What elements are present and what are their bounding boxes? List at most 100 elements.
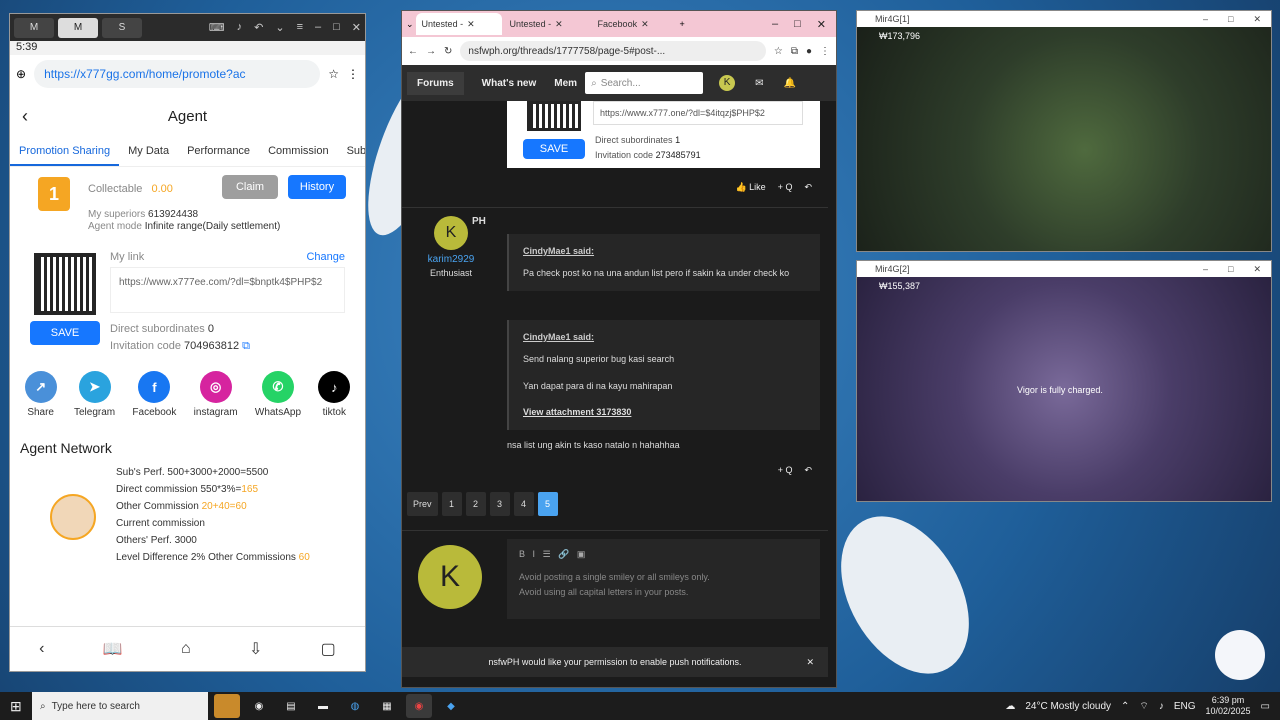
save-button[interactable]: SAVE — [30, 321, 100, 345]
home-icon[interactable]: ⌂ — [181, 640, 191, 658]
tab-subordinates[interactable]: Subo — [338, 139, 365, 166]
username[interactable]: karim2929 — [402, 254, 500, 265]
quote-button[interactable]: + Q — [778, 182, 793, 193]
notepad-icon[interactable]: ▦ — [374, 694, 400, 718]
nav-members[interactable]: Mem — [554, 78, 577, 89]
close-icon[interactable]: ✕ — [806, 657, 814, 668]
menu-icon[interactable]: ≡ — [297, 21, 303, 34]
user-avatar[interactable]: K — [434, 216, 468, 250]
page-current[interactable]: 5 — [537, 492, 558, 516]
copy-icon[interactable]: ⧉ — [242, 340, 250, 352]
forward-icon[interactable]: → — [426, 46, 436, 57]
nav-forums[interactable]: Forums — [407, 71, 464, 95]
tab-performance[interactable]: Performance — [178, 139, 259, 166]
star-icon[interactable]: ☆ — [328, 67, 339, 81]
close-icon[interactable]: ✕ — [817, 18, 826, 31]
history-button[interactable]: History — [288, 175, 346, 199]
back-nav-icon[interactable]: ‹ — [39, 640, 44, 658]
network-icon[interactable]: ⌔ — [1139, 700, 1148, 713]
reply-editor[interactable]: B I ☰ 🔗 ▣ Avoid posting a single smiley … — [507, 539, 820, 619]
list-icon[interactable]: ☰ — [543, 549, 551, 559]
chrome-icon[interactable]: ◉ — [406, 694, 432, 718]
weather-text[interactable]: 24°C Mostly cloudy — [1025, 701, 1111, 712]
close-icon[interactable]: ✕ — [1253, 264, 1261, 275]
briefcase-icon[interactable] — [214, 694, 240, 718]
minimize-icon[interactable]: – — [1203, 264, 1208, 275]
bell-icon[interactable]: 🔔 — [783, 78, 795, 89]
keyboard-icon[interactable]: ⌨ — [209, 21, 225, 34]
reload-icon[interactable]: ↻ — [444, 46, 452, 57]
clock[interactable]: 6:39 pm 10/02/2025 — [1206, 695, 1251, 717]
change-link[interactable]: Change — [306, 251, 345, 263]
reply-icon[interactable]: ↶ — [804, 182, 812, 193]
taskbar-search[interactable]: ⌕ Type here to search — [32, 692, 208, 720]
share-telegram[interactable]: ➤ Telegram — [74, 371, 115, 418]
address-bar[interactable]: nsfwph.org/threads/1777758/page-5#post-.… — [460, 41, 766, 61]
tab-list-icon[interactable]: ⌄ — [406, 19, 414, 30]
like-button[interactable]: 👍 Like — [735, 182, 765, 193]
more-icon[interactable]: ⋮ — [820, 46, 830, 57]
browser-tab[interactable]: Facebook ✕ — [592, 13, 678, 35]
tab-my-data[interactable]: My Data — [119, 139, 178, 166]
download-nav-icon[interactable]: ⇩ — [249, 639, 262, 659]
tabs-icon[interactable]: ▢ — [321, 639, 336, 659]
nav-whats-new[interactable]: What's new — [482, 78, 537, 89]
account-avatar[interactable]: K — [719, 75, 736, 91]
page-link[interactable]: 3 — [489, 492, 510, 516]
messenger-icon[interactable]: ◍ — [342, 694, 368, 718]
app-icon[interactable]: ▬ — [310, 694, 336, 718]
page-prev[interactable]: Prev — [407, 492, 438, 516]
download-icon[interactable]: ⊕ — [16, 67, 26, 81]
back-icon[interactable]: ← — [408, 46, 418, 57]
new-tab-icon[interactable]: + — [680, 19, 685, 29]
game-window-1[interactable]: Mir4G[1] – □ ✕ ₩173,796 — [856, 10, 1272, 252]
profile-icon[interactable]: ● — [806, 46, 812, 57]
desktop-mascot-icon[interactable] — [1215, 630, 1265, 680]
app-icon[interactable]: ◆ — [438, 694, 464, 718]
app-icon[interactable]: ▤ — [278, 694, 304, 718]
bookmarks-icon[interactable]: 📖 — [103, 639, 123, 659]
share-share[interactable]: ↗ Share — [24, 371, 57, 418]
game-window-2[interactable]: Mir4G[2] – □ ✕ ₩155,387 Vigor is fully char… — [856, 260, 1272, 502]
back-icon[interactable]: ‹ — [22, 106, 28, 127]
maximize-icon[interactable]: □ — [333, 21, 340, 34]
reply-icon[interactable]: ↶ — [804, 465, 812, 476]
forum-search[interactable]: ⌕ Search... — [585, 72, 704, 94]
share-whatsapp[interactable]: ✆ WhatsApp — [255, 371, 301, 418]
close-tab-icon[interactable]: ✕ — [467, 19, 475, 30]
emulator-tab[interactable]: M — [58, 17, 98, 38]
chevron-down-icon[interactable]: ⌄ — [275, 21, 284, 34]
emulator-tab[interactable]: S — [102, 17, 142, 38]
weather-icon[interactable]: ☁ — [1005, 701, 1015, 712]
emulator-tab[interactable]: M — [14, 17, 54, 38]
url-field[interactable]: https://x777gg.com/home/promote?ac — [34, 60, 321, 88]
maximize-icon[interactable]: □ — [1228, 14, 1233, 25]
share-facebook[interactable]: f Facebook — [132, 371, 176, 418]
game-viewport[interactable]: ₩155,387 Vigor is fully charged. — [857, 277, 1271, 501]
close-icon[interactable]: ✕ — [1253, 14, 1261, 25]
page-link[interactable]: 1 — [441, 492, 462, 516]
tab-promotion-sharing[interactable]: Promotion Sharing — [10, 139, 120, 166]
star-icon[interactable]: ☆ — [774, 46, 783, 57]
link-icon[interactable]: 🔗 — [558, 549, 569, 559]
language-indicator[interactable]: ENG — [1174, 701, 1196, 712]
share-instagram[interactable]: ◎ instagram — [194, 371, 238, 418]
close-icon[interactable]: ✕ — [352, 21, 361, 34]
undo-icon[interactable]: ↶ — [254, 21, 263, 34]
minimize-icon[interactable]: – — [772, 18, 778, 31]
notification-icon[interactable]: ▭ — [1261, 701, 1270, 712]
browser-tab[interactable]: Untested - ✕ — [504, 13, 590, 35]
game-viewport[interactable]: ₩173,796 — [857, 27, 1271, 251]
maximize-icon[interactable]: □ — [1228, 264, 1233, 275]
page-link[interactable]: 2 — [465, 492, 486, 516]
close-tab-icon[interactable]: ✕ — [641, 19, 649, 30]
more-icon[interactable]: ⋮ — [347, 67, 359, 81]
tab-commission[interactable]: Commission — [259, 139, 338, 166]
chevron-up-icon[interactable]: ⌃ — [1121, 701, 1129, 712]
claim-button[interactable]: Claim — [222, 175, 278, 199]
windows-start-icon[interactable]: ⊞ — [10, 698, 22, 715]
quote-button[interactable]: + Q — [778, 465, 793, 476]
maximize-icon[interactable]: □ — [794, 18, 801, 31]
inbox-icon[interactable]: ✉ — [755, 78, 763, 89]
image-icon[interactable]: ▣ — [577, 549, 586, 559]
